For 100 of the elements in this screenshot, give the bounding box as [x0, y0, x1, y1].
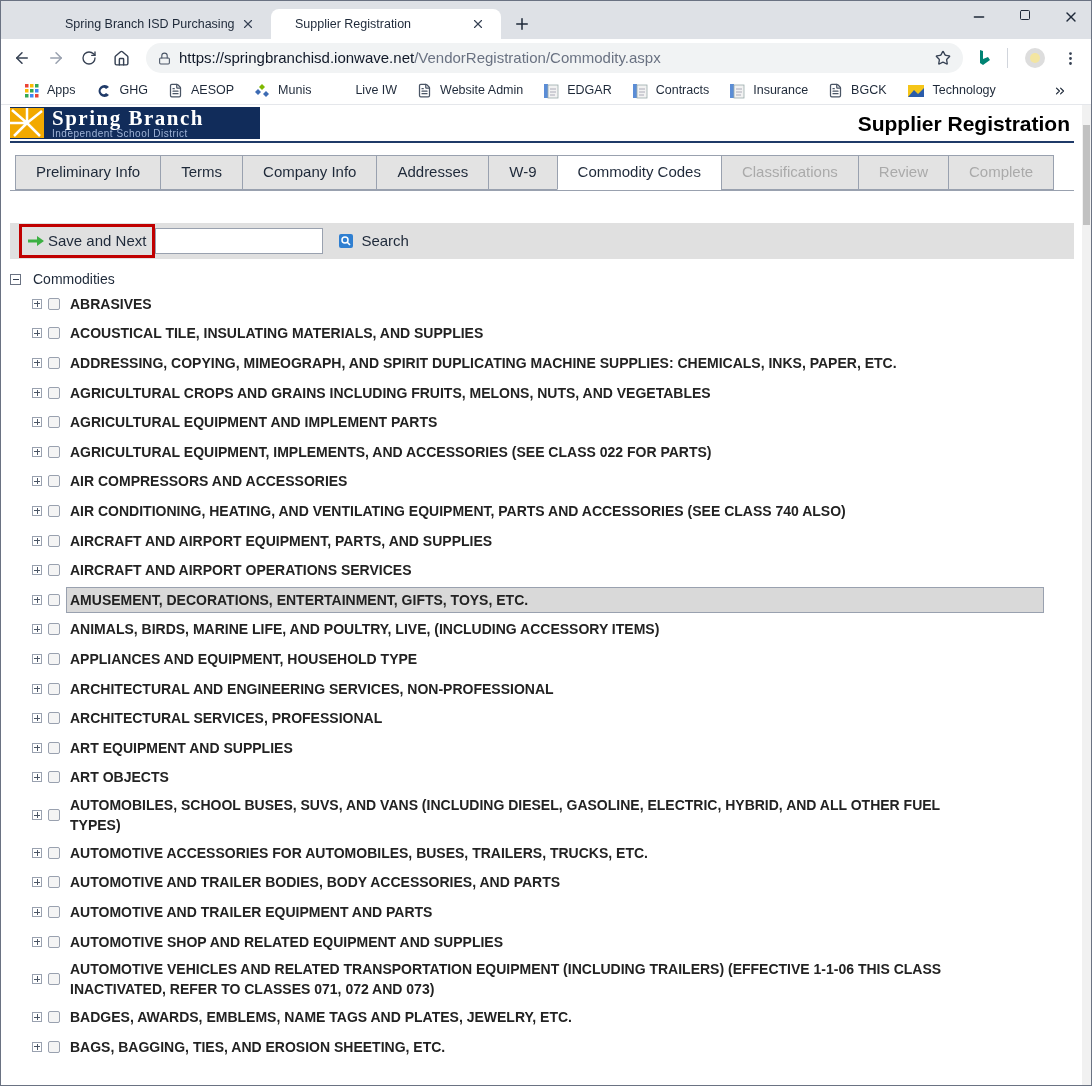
search-button[interactable]: Search	[339, 229, 409, 253]
checkbox[interactable]	[48, 475, 60, 488]
commodity-label[interactable]: AGRICULTURAL EQUIPMENT, IMPLEMENTS, AND ACCESSORIES (SEE CLASS 022 FOR PARTS)	[66, 438, 716, 465]
expand-icon[interactable]	[32, 847, 42, 858]
checkbox[interactable]	[48, 504, 60, 517]
expand-icon[interactable]	[32, 594, 42, 605]
commodity-label[interactable]: AIRCRAFT AND AIRPORT OPERATIONS SERVICES	[66, 557, 416, 584]
checkbox[interactable]	[48, 564, 60, 577]
bookmark-item[interactable]: EDGAR	[543, 81, 612, 100]
checkbox[interactable]	[48, 935, 60, 948]
expand-icon[interactable]	[32, 936, 42, 947]
star-icon[interactable]	[935, 50, 951, 66]
expand-icon[interactable]	[32, 683, 42, 694]
tab[interactable]: Commodity Codes	[556, 155, 722, 190]
tab[interactable]: Terms	[160, 155, 244, 190]
commodity-label[interactable]: AIR CONDITIONING, HEATING, AND VENTILATING EQUIPMENT, PARTS AND ACCESSORIES (SEE CLASS 740 ALSO)	[66, 497, 850, 524]
commodity-label[interactable]: ADDRESSING, COPYING, MIMEOGRAPH, AND SPIRIT DUPLICATING MACHINE SUPPLIES: CHEMICALS, INKS, PAPER, ETC.	[66, 350, 901, 376]
commodity-label[interactable]: AGRICULTURAL CROPS AND GRAINS INCLUDING FRUITS, MELONS, NUTS, AND VEGETABLES	[66, 379, 715, 406]
expand-icon[interactable]	[32, 565, 42, 576]
bookmark-item[interactable]: Apps	[25, 81, 76, 100]
checkbox[interactable]	[48, 809, 60, 822]
bookmark-item[interactable]: Munis	[254, 81, 312, 100]
checkbox[interactable]	[48, 1011, 60, 1024]
tab[interactable]: Preliminary Info	[15, 155, 162, 190]
checkbox[interactable]	[48, 906, 60, 919]
close-icon[interactable]	[241, 17, 255, 31]
expand-icon[interactable]	[32, 417, 42, 428]
bookmark-item[interactable]: Technology	[906, 81, 996, 100]
expand-icon[interactable]	[32, 877, 42, 888]
checkbox[interactable]	[48, 445, 60, 458]
bookmark-item[interactable]: AESOP	[168, 81, 235, 100]
checkbox[interactable]	[48, 416, 60, 429]
commodity-label[interactable]: AGRICULTURAL EQUIPMENT AND IMPLEMENT PARTS	[66, 409, 442, 436]
commodity-label[interactable]: AIRCRAFT AND AIRPORT EQUIPMENT, PARTS, AND SUPPLIES	[66, 527, 497, 554]
expand-icon[interactable]	[32, 742, 42, 753]
checkbox[interactable]	[48, 712, 60, 725]
checkbox[interactable]	[48, 876, 60, 889]
commodity-label[interactable]: AUTOMOTIVE AND TRAILER BODIES, BODY ACCESSORIES, AND PARTS	[66, 869, 565, 896]
commodity-label[interactable]: ANIMALS, BIRDS, MARINE LIFE, AND POULTRY, LIVE, (INCLUDING ACCESSORY ITEMS)	[66, 616, 664, 643]
checkbox[interactable]	[48, 741, 60, 754]
expand-icon[interactable]	[32, 298, 42, 309]
close-icon[interactable]	[471, 17, 485, 31]
expand-icon[interactable]	[32, 505, 42, 516]
tab[interactable]: Addresses	[376, 155, 490, 190]
expand-icon[interactable]	[32, 446, 42, 457]
address-bar[interactable]: https://springbranchisd.ionwave.net/VendorRegistration/Commodity.aspx	[146, 43, 963, 73]
commodity-label[interactable]: APPLIANCES AND EQUIPMENT, HOUSEHOLD TYPE	[66, 645, 422, 672]
commodity-label[interactable]: BAGS, BAGGING, TIES, AND EROSION SHEETING, ETC.	[66, 1033, 450, 1060]
bookmark-item[interactable]: BGCK	[828, 81, 887, 100]
checkbox[interactable]	[48, 973, 60, 986]
checkbox[interactable]	[48, 593, 60, 606]
tree-root-label[interactable]: Commodities	[33, 268, 115, 290]
expand-icon[interactable]	[32, 535, 42, 546]
expand-icon[interactable]	[32, 1012, 42, 1023]
commodity-label[interactable]: AUTOMOTIVE SHOP AND RELATED EQUIPMENT AND SUPPLIES	[66, 928, 507, 955]
commodity-label[interactable]: AUTOMOTIVE VEHICLES AND RELATED TRANSPORTATION EQUIPMENT (INCLUDING TRAILERS) (EFFECTIVE 1-1-06 THIS CLASS INACTIVATED, REFER TO CLASSES 071, 072 AND 073)	[66, 956, 966, 1003]
new-tab-icon[interactable]	[513, 15, 531, 33]
scrollbar[interactable]	[1082, 105, 1091, 1085]
expand-icon[interactable]	[32, 772, 42, 783]
commodity-label[interactable]: AIR COMPRESSORS AND ACCESSORIES	[66, 468, 352, 495]
home-icon[interactable]	[113, 49, 130, 67]
expand-icon[interactable]	[32, 1041, 42, 1052]
expand-icon[interactable]	[32, 387, 42, 398]
tab[interactable]: W-9	[488, 155, 558, 190]
expand-icon[interactable]	[32, 358, 42, 368]
checkbox[interactable]	[48, 652, 60, 665]
checkbox[interactable]	[48, 327, 60, 340]
checkbox[interactable]	[48, 623, 60, 636]
expand-icon[interactable]	[32, 624, 42, 635]
commodity-label[interactable]: ABRASIVES	[66, 290, 156, 317]
bookmark-item[interactable]: Live IW	[331, 81, 398, 100]
commodity-label[interactable]: AUTOMOTIVE ACCESSORIES FOR AUTOMOBILES, BUSES, TRAILERS, TRUCKS, ETC.	[66, 839, 652, 866]
commodity-label[interactable]: BADGES, AWARDS, EMBLEMS, NAME TAGS AND PLATES, JEWELRY, ETC.	[66, 1004, 576, 1031]
checkbox[interactable]	[48, 534, 60, 547]
checkbox[interactable]	[48, 771, 60, 784]
commodity-label[interactable]: ARCHITECTURAL SERVICES, PROFESSIONAL	[66, 705, 387, 732]
bookmark-item[interactable]: Contracts	[631, 81, 710, 100]
browser-tab[interactable]: Supplier Registration	[271, 9, 501, 39]
bookmark-item[interactable]: Insurance	[729, 81, 809, 100]
commodity-label[interactable]: ART OBJECTS	[66, 764, 173, 791]
commodity-label[interactable]: ART EQUIPMENT AND SUPPLIES	[66, 734, 297, 761]
back-icon[interactable]	[13, 49, 31, 67]
tab[interactable]: Company Info	[242, 155, 378, 190]
expand-icon[interactable]	[32, 974, 42, 985]
expand-icon[interactable]	[32, 328, 42, 339]
expand-icon[interactable]	[32, 476, 42, 487]
checkbox[interactable]	[48, 1040, 60, 1053]
collapse-icon[interactable]	[10, 273, 21, 285]
reload-icon[interactable]	[81, 50, 97, 66]
search-field[interactable]	[155, 228, 324, 254]
checkbox[interactable]	[48, 297, 60, 310]
expand-icon[interactable]	[32, 653, 42, 664]
forward-icon[interactable]	[47, 49, 65, 67]
commodity-label[interactable]: AUTOMOTIVE AND TRAILER EQUIPMENT AND PARTS	[66, 899, 437, 926]
commodity-label[interactable]: AUTOMOBILES, SCHOOL BUSES, SUVS, AND VANS (INCLUDING DIESEL, GASOLINE, ELECTRIC, HYBRID, AND ALL OTHER FUEL TYPES)	[66, 792, 966, 839]
checkbox[interactable]	[48, 846, 60, 859]
checkbox[interactable]	[48, 682, 60, 695]
b-logo-icon[interactable]	[979, 50, 991, 66]
commodity-label[interactable]: ACOUSTICAL TILE, INSULATING MATERIALS, AND SUPPLIES	[66, 320, 488, 347]
checkbox[interactable]	[48, 357, 60, 369]
